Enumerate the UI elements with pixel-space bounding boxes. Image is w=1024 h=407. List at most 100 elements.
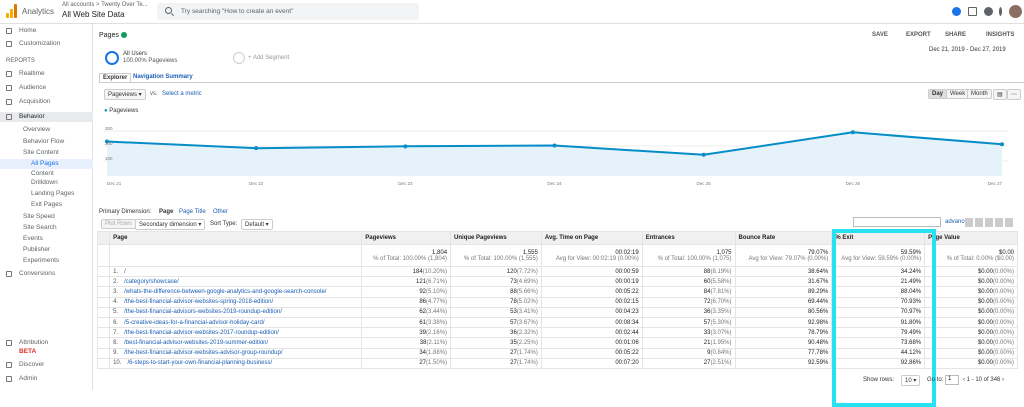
col-unique-pageviews[interactable]: Unique Pageviews bbox=[450, 231, 542, 245]
col-entrances[interactable]: Entrances bbox=[641, 231, 736, 245]
sort-type-dropdown[interactable]: Default ▾ bbox=[241, 219, 273, 230]
page-link[interactable]: 1. / bbox=[109, 265, 363, 278]
sidebar-item-acquisition[interactable]: Acquisition bbox=[0, 97, 93, 107]
page-link[interactable]: 6. /5-creative-ideas-for-a-financial-advi… bbox=[109, 316, 363, 329]
row-checkbox[interactable] bbox=[96, 265, 111, 278]
sidebar-item-overview[interactable]: Overview bbox=[0, 125, 93, 135]
row-checkbox[interactable] bbox=[96, 357, 111, 369]
day-button[interactable]: Day bbox=[928, 89, 948, 99]
col-bounce-rate[interactable]: Bounce Rate bbox=[734, 231, 833, 245]
sidebar-item-site-search[interactable]: Site Search bbox=[0, 223, 93, 233]
page-link[interactable]: 3. /whats-the-difference-between-google-a… bbox=[109, 286, 363, 298]
col-avg-time[interactable]: Avg. Time on Page bbox=[540, 231, 643, 245]
dimension-other[interactable]: Other bbox=[213, 209, 228, 215]
col-page-value[interactable]: Page Value bbox=[924, 231, 1018, 245]
table-row[interactable]: 8. /best-financial-advisor-websites-2019-… bbox=[96, 337, 1018, 349]
tab-navigation-summary[interactable]: Navigation Summary bbox=[133, 74, 193, 80]
help-icon[interactable] bbox=[984, 7, 993, 16]
select-metric-link[interactable]: Select a metric bbox=[162, 91, 202, 97]
table-row[interactable]: 5. /the-best-financial-advisors-websites-… bbox=[96, 306, 1018, 318]
data-point[interactable] bbox=[552, 143, 557, 148]
sidebar-item-admin[interactable]: Admin bbox=[0, 374, 93, 384]
table-row[interactable]: 4. /the-best-financial-advisor-websites-s… bbox=[96, 296, 1018, 308]
page-link[interactable]: 8. /best-financial-advisor-websites-2019-… bbox=[109, 337, 363, 349]
sidebar-item-behavior-flow[interactable]: Behavior Flow bbox=[0, 137, 93, 147]
plot-rows-button[interactable]: Plot Rows bbox=[101, 219, 137, 229]
tab-explorer[interactable]: Explorer bbox=[99, 73, 132, 82]
data-point[interactable] bbox=[254, 146, 259, 151]
table-row[interactable]: 7. /the-best-financial-advisor-websites-2… bbox=[96, 327, 1018, 339]
sidebar-item-experiments[interactable]: Experiments bbox=[0, 256, 93, 266]
add-segment-button[interactable]: + Add Segment bbox=[233, 51, 333, 67]
share-button[interactable]: SHARE bbox=[945, 32, 966, 38]
col-pageviews[interactable]: Pageviews bbox=[361, 231, 452, 245]
metric-dropdown[interactable]: Pageviews ▾ bbox=[104, 89, 146, 100]
sidebar-item-site-speed[interactable]: Site Speed bbox=[0, 212, 93, 222]
sidebar-item-behavior[interactable]: Behavior bbox=[0, 112, 93, 122]
sidebar-item-discover[interactable]: Discover bbox=[0, 360, 93, 370]
sidebar-item-home[interactable]: Home bbox=[0, 26, 93, 36]
row-checkbox[interactable] bbox=[96, 316, 111, 329]
export-button[interactable]: EXPORT bbox=[906, 32, 931, 38]
view-selector[interactable]: All Web Site Data bbox=[62, 10, 125, 19]
sidebar-item-conversions[interactable]: Conversions bbox=[0, 269, 93, 279]
table-row[interactable]: 3. /whats-the-difference-between-google-a… bbox=[96, 286, 1018, 298]
col-exit[interactable]: % Exit bbox=[831, 231, 926, 245]
table-row[interactable]: 1./184(10.20%) 120(7.72%) 00:00:59 88(8.19%… bbox=[96, 265, 1018, 278]
page-link[interactable]: 2. /category/showcase/ bbox=[109, 276, 363, 288]
sidebar-item-landing-pages[interactable]: Landing Pages bbox=[0, 189, 93, 199]
segment-all-users[interactable]: All Users 100.00% Pageviews bbox=[105, 51, 223, 67]
sidebar-item-drilldown[interactable]: Drilldown bbox=[0, 178, 93, 188]
data-point[interactable] bbox=[701, 152, 706, 157]
sidebar-item-all-pages[interactable]: All Pages bbox=[0, 159, 93, 169]
sidebar-item-site-content[interactable]: Site Content bbox=[0, 148, 93, 158]
motion-chart-icon[interactable]: ⋯ bbox=[1007, 89, 1021, 100]
table-view-icons[interactable] bbox=[965, 218, 1015, 227]
row-checkbox[interactable] bbox=[96, 327, 111, 339]
table-filter-input[interactable] bbox=[853, 217, 941, 227]
chart-type-icon[interactable]: ▤ bbox=[993, 89, 1007, 100]
table-row[interactable]: 2./category/showcase/121(6.71%) 73(4.69%)… bbox=[96, 276, 1018, 288]
goto-input[interactable]: 1 bbox=[945, 375, 959, 385]
sidebar-item-audience[interactable]: Audience bbox=[0, 83, 93, 93]
page-link[interactable]: 5. /the-best-financial-advisors-websites-… bbox=[109, 306, 363, 318]
sidebar-item-events[interactable]: Events bbox=[0, 234, 93, 244]
more-menu-icon[interactable] bbox=[999, 7, 1002, 16]
table-row[interactable]: 10. /6-steps-to-start-your-own-financial-… bbox=[96, 357, 1018, 369]
select-all-checkbox[interactable] bbox=[96, 231, 111, 245]
col-page[interactable]: Page bbox=[109, 231, 363, 245]
sidebar-item-customization[interactable]: Customization bbox=[0, 39, 93, 49]
row-checkbox[interactable] bbox=[96, 296, 111, 308]
sidebar-item-exit-pages[interactable]: Exit Pages bbox=[0, 200, 93, 210]
page-link[interactable]: 7. /the-best-financial-advisor-websites-2… bbox=[109, 327, 363, 339]
rows-per-page-select[interactable]: 10 ▾ bbox=[901, 375, 921, 386]
account-breadcrumb[interactable]: All accounts > Twenty Over Te... bbox=[62, 2, 148, 8]
secondary-dimension-dropdown[interactable]: Secondary dimension ▾ bbox=[135, 219, 206, 230]
avatar[interactable] bbox=[1009, 5, 1022, 18]
insights-button[interactable]: INSIGHTS bbox=[986, 32, 1014, 38]
notifications-icon[interactable] bbox=[952, 7, 961, 16]
save-button[interactable]: SAVE bbox=[872, 32, 888, 38]
row-checkbox[interactable] bbox=[96, 337, 111, 349]
row-checkbox[interactable] bbox=[96, 276, 111, 288]
page-link[interactable]: 4. /the-best-financial-advisor-websites-s… bbox=[109, 296, 363, 308]
page-link[interactable]: 10. /6-steps-to-start-your-own-financial-… bbox=[109, 357, 363, 369]
data-point[interactable] bbox=[403, 144, 408, 149]
date-range-picker[interactable]: Dec 21, 2019 - Dec 27, 2019 bbox=[929, 47, 1006, 53]
data-point[interactable] bbox=[850, 130, 855, 135]
search-input[interactable]: Try searching "How to create an event" bbox=[157, 3, 419, 20]
sidebar-item-realtime[interactable]: Realtime bbox=[0, 69, 93, 79]
page-link[interactable]: 9. /the-best-financial-advisor-websites-a… bbox=[109, 347, 363, 359]
table-row[interactable]: 9. /the-best-financial-advisor-websites-a… bbox=[96, 347, 1018, 359]
table-row[interactable]: 6. /5-creative-ideas-for-a-financial-advi… bbox=[96, 316, 1018, 329]
dimension-page-title[interactable]: Page Title bbox=[179, 209, 206, 215]
data-point[interactable] bbox=[1000, 142, 1004, 147]
week-button[interactable]: Week bbox=[946, 89, 970, 99]
month-button[interactable]: Month bbox=[967, 89, 992, 99]
row-checkbox[interactable] bbox=[96, 306, 111, 318]
sidebar-item-publisher[interactable]: Publisher bbox=[0, 245, 93, 255]
row-checkbox[interactable] bbox=[96, 347, 111, 359]
apps-grid-icon[interactable] bbox=[968, 7, 977, 16]
row-checkbox[interactable] bbox=[96, 286, 111, 298]
dimension-page[interactable]: Page bbox=[159, 209, 173, 215]
